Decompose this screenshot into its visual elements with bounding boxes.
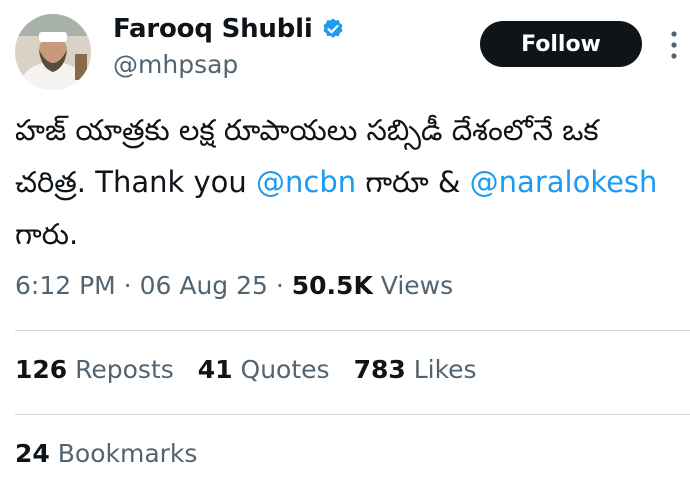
views-count: 50.5K [291,271,373,300]
tweet-time[interactable]: 6:12 PM [15,271,116,300]
author-handle[interactable]: @mhpsap [113,50,238,79]
verified-badge-icon[interactable] [321,17,345,41]
tweet-text-part: గారు. [15,217,79,251]
tweet-date[interactable]: 06 Aug 25 [140,271,268,300]
tweet-text-part: గారూ & [356,165,470,199]
quotes-label: Quotes [232,355,330,384]
reposts-stat[interactable]: 126 Reposts [15,355,174,384]
engagement-stats: 126 Reposts 41 Quotes 783 Likes [15,355,501,384]
bookmarks-count: 24 [15,439,50,468]
likes-stat[interactable]: 783 Likes [354,355,477,384]
mention-link-ncbn[interactable]: @ncbn [256,165,356,199]
more-options-icon[interactable] [668,28,680,62]
meta-separator: · [115,271,140,300]
avatar[interactable] [15,14,91,90]
author-name[interactable]: Farooq Shubli [113,14,313,44]
avatar-image [15,14,91,90]
tweet-meta: 6:12 PM · 06 Aug 25 · 50.5K Views [15,271,453,300]
views-label: Views [372,271,454,300]
divider [15,330,690,331]
author-name-row: Farooq Shubli [113,14,345,44]
likes-count: 783 [353,355,406,384]
mention-link-naralokesh[interactable]: @naralokesh [470,165,658,199]
bookmarks-label: Bookmarks [49,439,198,468]
reposts-count: 126 [15,355,68,384]
quotes-stat[interactable]: 41 Quotes [198,355,330,384]
quotes-count: 41 [197,355,233,384]
tweet-text: హజ్ యాత్రకు లక్ష రూపాయలు సబ్సిడీ దేశంలోన… [15,104,675,260]
meta-separator: · [267,271,292,300]
bookmarks-stat[interactable]: 24 Bookmarks [15,439,197,468]
likes-label: Likes [405,355,477,384]
divider [15,414,690,415]
follow-button[interactable]: Follow [480,21,642,67]
reposts-label: Reposts [67,355,174,384]
